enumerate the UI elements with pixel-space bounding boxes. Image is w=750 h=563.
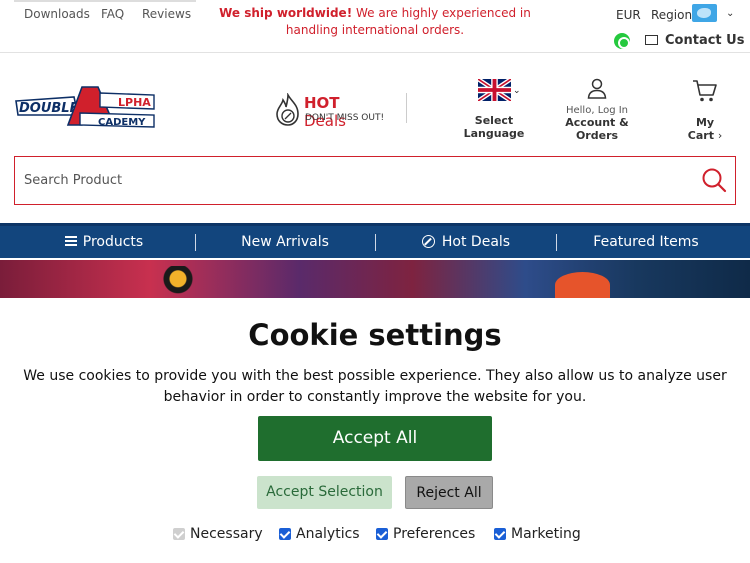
whatsapp-icon[interactable] bbox=[614, 33, 630, 49]
checkbox-checked[interactable] bbox=[494, 528, 506, 540]
reject-all-button[interactable]: Reject All bbox=[405, 476, 493, 509]
shipping-notice-bold: We ship worldwide! bbox=[219, 6, 353, 20]
nav-hot-deals-label: Hot Deals bbox=[441, 234, 511, 250]
header: DOUBLE LPHA CADEMY HOT Deals DON'T MISS … bbox=[0, 53, 750, 153]
account-line2: Orders bbox=[575, 129, 619, 142]
account-orders-button[interactable]: Account & Orders bbox=[557, 116, 637, 142]
preferences-label[interactable]: Preferences bbox=[393, 526, 475, 542]
header-divider bbox=[406, 93, 407, 123]
contact-us-link[interactable]: Contact Us bbox=[665, 33, 744, 48]
mail-icon bbox=[645, 35, 658, 45]
faq-link[interactable]: FAQ bbox=[101, 7, 124, 21]
cookie-settings-panel: Cookie settings We use cookies to provid… bbox=[0, 298, 750, 563]
cookie-description: We use cookies to provide you with the b… bbox=[23, 368, 727, 405]
nav-products[interactable]: Products bbox=[14, 226, 194, 258]
nav-new-arrivals[interactable]: New Arrivals bbox=[196, 226, 374, 258]
svg-text:DOUBLE: DOUBLE bbox=[19, 101, 79, 116]
user-icon[interactable] bbox=[587, 78, 607, 100]
account-greeting[interactable]: Hello, Log In bbox=[557, 105, 637, 116]
analytics-label[interactable]: Analytics bbox=[296, 526, 360, 542]
checkbox-checked bbox=[173, 528, 185, 540]
currency-selector[interactable]: EUR bbox=[616, 8, 641, 22]
nav-products-label: Products bbox=[82, 234, 144, 250]
chevron-down-icon[interactable]: ⌄ bbox=[726, 8, 734, 19]
top-bar: Downloads FAQ Reviews We ship worldwide!… bbox=[0, 0, 750, 53]
region-flag-icon[interactable] bbox=[692, 4, 717, 22]
flame-icon bbox=[276, 93, 299, 126]
cart-line2-row: Cart › bbox=[680, 129, 730, 142]
hot-word: HOT bbox=[304, 94, 340, 112]
reviews-link[interactable]: Reviews bbox=[142, 7, 191, 21]
cart-line2: Cart bbox=[687, 129, 714, 142]
checkbox-checked[interactable] bbox=[279, 528, 291, 540]
percent-badge-icon bbox=[421, 234, 435, 248]
main-nav: Products New Arrivals Hot Deals Featured… bbox=[0, 223, 750, 258]
accept-all-button[interactable]: Accept All bbox=[258, 416, 492, 461]
language-line2: Language bbox=[463, 127, 525, 140]
chevron-down-icon[interactable]: ⌄ bbox=[513, 86, 521, 96]
hot-deals-subtitle: DON'T MISS OUT! bbox=[305, 113, 385, 123]
region-label[interactable]: Region bbox=[651, 8, 692, 22]
nav-hot-deals[interactable]: Hot Deals bbox=[376, 226, 556, 258]
cookie-title: Cookie settings bbox=[248, 318, 502, 352]
cart-line1: My bbox=[695, 116, 715, 129]
select-language-button[interactable]: Select Language bbox=[458, 114, 530, 140]
svg-text:LPHA: LPHA bbox=[118, 96, 151, 109]
account-line1: Account & bbox=[565, 116, 629, 129]
search-icon[interactable] bbox=[701, 167, 727, 193]
language-line1: Select bbox=[474, 114, 514, 127]
hot-deals-promo[interactable]: HOT Deals DON'T MISS OUT! bbox=[274, 93, 386, 134]
top-links: Downloads FAQ Reviews bbox=[14, 0, 196, 28]
checkbox-checked[interactable] bbox=[376, 528, 388, 540]
downloads-link[interactable]: Downloads bbox=[24, 7, 90, 21]
marketing-label[interactable]: Marketing bbox=[511, 526, 581, 542]
uk-flag-icon[interactable] bbox=[478, 79, 511, 101]
hot-deals-title: HOT Deals bbox=[304, 94, 386, 130]
accept-selection-button[interactable]: Accept Selection bbox=[257, 476, 392, 509]
my-cart-button[interactable]: My Cart › bbox=[680, 116, 730, 142]
chevron-right-icon: › bbox=[717, 129, 723, 142]
necessary-label: Necessary bbox=[190, 526, 263, 542]
menu-icon bbox=[64, 236, 77, 246]
search-input[interactable] bbox=[15, 157, 685, 204]
nav-featured-items[interactable]: Featured Items bbox=[557, 226, 735, 258]
shipping-notice: We ship worldwide! We are highly experie… bbox=[205, 5, 545, 39]
hero-banner bbox=[0, 260, 750, 298]
svg-text:CADEMY: CADEMY bbox=[98, 117, 146, 128]
double-alpha-academy-logo[interactable]: DOUBLE LPHA CADEMY bbox=[14, 85, 156, 133]
search-bar bbox=[14, 156, 736, 205]
cart-icon[interactable] bbox=[692, 79, 718, 103]
